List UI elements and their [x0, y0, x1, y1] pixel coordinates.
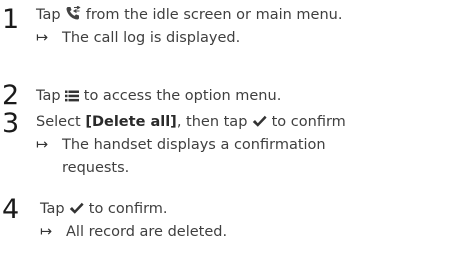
result-arrow-icon: ↦: [36, 30, 49, 46]
step-number: 4: [2, 194, 20, 225]
step-instruction: Select [Delete all], then tap to confirm: [36, 113, 346, 133]
delete-all-keyword: [Delete all]: [85, 114, 177, 130]
step-number: 2: [2, 80, 20, 111]
checkmark-icon: [69, 202, 84, 220]
result-arrow-icon: ↦: [36, 137, 49, 153]
step-instruction: Tap from the idle screen or main menu.: [36, 5, 342, 26]
step-instruction: Tap to confirm.: [40, 200, 168, 220]
step-result: ↦ All record are deleted.: [40, 224, 228, 240]
result-arrow-icon: ↦: [40, 224, 53, 240]
step-number: 3: [2, 108, 20, 139]
step-number: 1: [2, 4, 20, 35]
step-result: ↦ The handset displays a confirmation: [36, 137, 326, 153]
step-result-continued: requests.: [62, 160, 130, 176]
option-menu-icon: [65, 89, 80, 107]
step-result: ↦ The call log is displayed.: [36, 30, 241, 46]
step-instruction: Tap to access the option menu.: [36, 87, 281, 107]
call-log-icon: [65, 5, 81, 26]
checkmark-icon: [252, 115, 267, 133]
